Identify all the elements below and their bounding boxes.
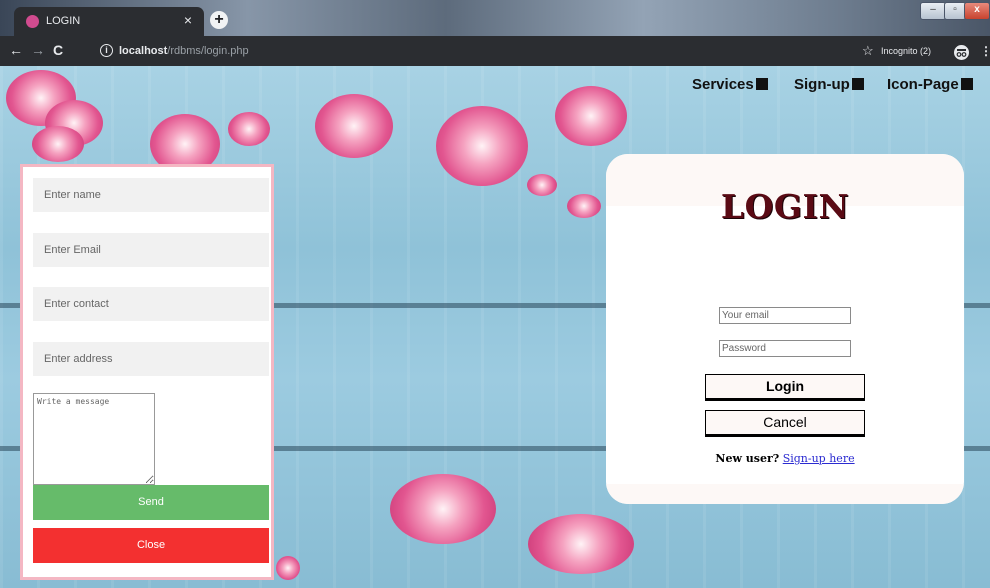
email-input[interactable] <box>33 233 269 267</box>
edit-icon <box>960 78 973 90</box>
contact-input[interactable] <box>33 287 269 321</box>
new-user-line: New user? Sign-up here <box>606 452 964 465</box>
blossom-decoration <box>555 86 627 146</box>
blossom-decoration <box>436 106 528 186</box>
window-maximize-button[interactable]: ▫ <box>944 2 966 20</box>
contact-card-icon <box>851 78 864 90</box>
browser-toolbar: ← → C i localhost/rdbms/login.php ☆ Inco… <box>0 36 990 66</box>
login-button[interactable]: Login <box>705 374 865 401</box>
blossom-decoration <box>276 556 300 580</box>
window-minimize-button[interactable]: – <box>920 2 946 20</box>
tab-title: LOGIN <box>46 15 81 27</box>
contact-form: Send Close <box>20 164 274 580</box>
blossom-decoration <box>228 112 270 146</box>
blossom-decoration <box>567 194 601 218</box>
info-icon[interactable]: i <box>100 44 113 57</box>
new-user-label: New user? <box>715 452 780 465</box>
login-title: LOGIN <box>720 187 850 226</box>
reload-icon[interactable]: C <box>53 42 63 58</box>
incognito-icon[interactable] <box>954 45 969 60</box>
back-arrow-icon[interactable]: ← <box>9 42 23 58</box>
blossom-decoration <box>390 474 496 544</box>
nav-label: Services <box>692 76 754 93</box>
incognito-label: Incognito (2) <box>881 46 932 56</box>
address-input[interactable] <box>33 342 269 376</box>
name-input[interactable] <box>33 178 269 212</box>
url-host: localhost <box>119 45 168 57</box>
blossom-decoration <box>527 174 557 196</box>
login-card: LOGIN Login Cancel New user? Sign-up her… <box>606 154 964 504</box>
signup-link[interactable]: Sign-up here <box>783 452 855 465</box>
favicon-icon <box>26 15 39 28</box>
card-footer-band <box>606 484 964 504</box>
nav-sign-up[interactable]: Sign-up <box>794 76 864 93</box>
nav-services[interactable]: Services <box>692 76 768 93</box>
send-button[interactable]: Send <box>33 485 269 520</box>
gift-icon <box>755 78 768 90</box>
browser-tab[interactable]: LOGIN × <box>14 7 204 36</box>
blossom-decoration <box>315 94 393 158</box>
url-path: /rdbms/login.php <box>167 45 249 57</box>
nav-label: Icon-Page <box>887 76 959 93</box>
blossom-decoration <box>528 514 634 574</box>
login-email-input[interactable] <box>719 307 851 324</box>
new-tab-button[interactable]: + <box>210 11 228 29</box>
forward-arrow-icon[interactable]: → <box>31 42 45 58</box>
blossom-decoration <box>32 126 84 162</box>
browser-tab-bar: LOGIN × + – ▫ x <box>0 0 990 36</box>
login-password-input[interactable] <box>719 340 851 357</box>
address-bar[interactable]: localhost/rdbms/login.php <box>119 45 249 57</box>
close-button[interactable]: Close <box>33 528 269 563</box>
window-close-button[interactable]: x <box>964 2 990 20</box>
kebab-menu-icon[interactable]: ⋮ <box>980 44 990 58</box>
nav-icon-page[interactable]: Icon-Page <box>887 76 973 93</box>
star-icon[interactable]: ☆ <box>862 43 874 59</box>
message-textarea[interactable] <box>33 393 155 485</box>
cancel-button[interactable]: Cancel <box>705 410 865 437</box>
nav-label: Sign-up <box>794 76 850 93</box>
tab-close-icon[interactable]: × <box>184 12 192 28</box>
